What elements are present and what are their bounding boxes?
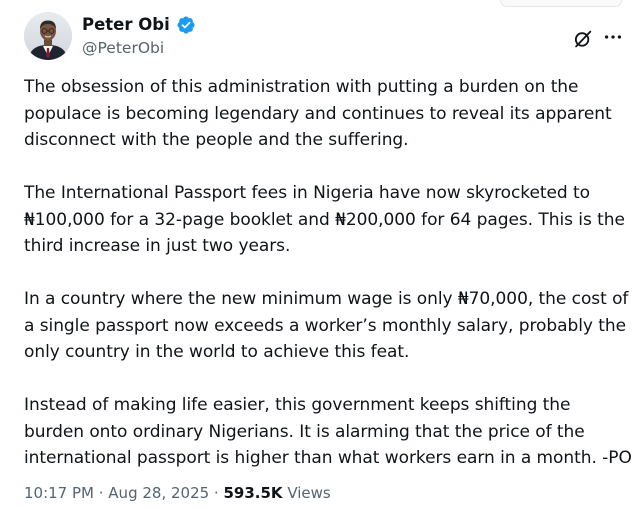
tweet-paragraph: Instead of making life easier, this gove… (24, 395, 632, 468)
display-name-row: Peter Obi (82, 14, 196, 36)
author-display-name[interactable]: Peter Obi (82, 14, 170, 36)
grok-icon[interactable] (572, 28, 594, 50)
tweet-paragraph: The International Passport fees in Niger… (24, 183, 625, 256)
author-handle[interactable]: @PeterObi (82, 37, 196, 59)
avatar[interactable] (24, 12, 72, 60)
views-label: Views (282, 484, 331, 502)
tweet: Peter Obi @PeterObi The obsession of thi… (0, 0, 640, 509)
tweet-paragraph: In a country where the new minimum wage … (24, 289, 629, 362)
verified-badge-icon[interactable] (176, 15, 196, 35)
tweet-time[interactable]: 10:17 PM (24, 484, 94, 502)
more-options-icon[interactable] (602, 26, 624, 48)
tweet-date[interactable]: Aug 28, 2025 (108, 484, 209, 502)
views-count: 593.5K (223, 484, 283, 502)
tweet-text: The obsession of this administration wit… (24, 74, 632, 498)
meta-separator: · (209, 484, 224, 502)
meta-separator: · (93, 484, 109, 502)
tweet-header: Peter Obi @PeterObi (24, 10, 624, 62)
tweet-paragraph: The obsession of this administration wit… (24, 77, 612, 150)
profile-photo (24, 12, 72, 60)
tweet-meta: 10:17 PM · Aug 28, 2025 · 593.5K Views (24, 483, 331, 503)
author-info: Peter Obi @PeterObi (82, 14, 196, 59)
